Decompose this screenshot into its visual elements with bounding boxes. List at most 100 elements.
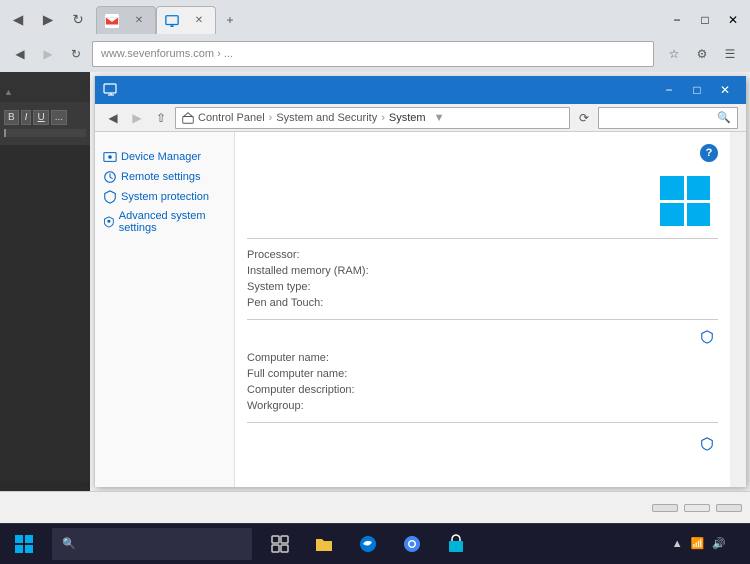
sys-search-box[interactable]: 🔍	[598, 107, 738, 129]
computer-desc-row: Computer description:	[247, 384, 718, 396]
post-quick-reply-button[interactable]	[652, 504, 678, 512]
go-advanced-button[interactable]	[684, 504, 710, 512]
italic-button[interactable]: I	[21, 110, 32, 125]
full-comp-name-value	[427, 368, 718, 380]
tab-2-close[interactable]: ✕	[191, 13, 207, 29]
remote-settings-label: Remote settings	[121, 171, 200, 183]
refresh-button[interactable]: ↻	[64, 6, 92, 34]
folder-icon	[314, 534, 334, 554]
underline-button[interactable]: U	[33, 110, 48, 125]
minimize-button[interactable]: −	[664, 7, 690, 33]
toolbar-icons: ☆ ⚙ ☰	[662, 42, 742, 66]
bc-system: System	[389, 112, 426, 124]
task-view-button[interactable]	[260, 524, 300, 564]
forward-button[interactable]: ▶	[34, 6, 62, 34]
browser-controls: ◀ ▶ ↻	[4, 6, 92, 34]
search-icon[interactable]: 🔍	[717, 111, 731, 124]
system-content: ?	[235, 132, 730, 487]
processor-label: Processor:	[247, 249, 427, 261]
device-manager-icon	[103, 150, 117, 164]
system-type-value	[427, 281, 718, 293]
system-nav-bar: ◀ ▶ ⇧ Control Panel › System and Securit…	[95, 104, 746, 132]
pen-touch-label: Pen and Touch:	[247, 297, 427, 309]
new-tab-button[interactable]: +	[216, 6, 244, 34]
processor-row: Processor:	[247, 249, 718, 261]
sys-forward-button[interactable]: ▶	[127, 108, 147, 128]
ram-row: Installed memory (RAM):	[247, 265, 718, 277]
windows-logo	[15, 535, 33, 553]
pen-touch-value	[427, 297, 718, 309]
back-button[interactable]: ◀	[4, 6, 32, 34]
tray-up-arrow[interactable]: ▲	[672, 538, 683, 550]
system-tray: ▲ 📶 🔊	[664, 537, 750, 550]
system-body: Device Manager Remote settings System pr…	[95, 132, 746, 487]
shield-icon	[103, 190, 117, 204]
gmail-favicon	[105, 14, 119, 28]
computer-name-table: Computer name: Full computer name: Compu…	[247, 352, 718, 412]
comp-name-label: Computer name:	[247, 352, 427, 364]
windows-store-icon	[446, 534, 466, 554]
device-manager-link[interactable]: Device Manager	[103, 150, 226, 164]
bold-button[interactable]: B	[4, 110, 19, 125]
close-button[interactable]: ✕	[720, 7, 746, 33]
sys-maximize-button[interactable]: □	[684, 77, 710, 103]
volume-icon[interactable]: 🔊	[712, 537, 726, 550]
store-icon[interactable]	[436, 524, 476, 564]
edition-section	[247, 176, 718, 226]
change-settings-link[interactable]	[700, 330, 718, 344]
file-explorer-icon[interactable]	[304, 524, 344, 564]
home-icon	[182, 112, 194, 124]
taskbar-search-box[interactable]: 🔍	[52, 528, 252, 560]
search-icon-taskbar: 🔍	[62, 537, 76, 550]
sys-up-button[interactable]: ⇧	[151, 108, 171, 128]
advanced-system-settings-link[interactable]: Advanced system settings	[103, 210, 226, 234]
forum-icon: ▲	[4, 87, 13, 97]
tab-1-close[interactable]: ✕	[131, 13, 147, 29]
tab-1[interactable]: ✕	[96, 6, 156, 34]
quick-reply-box: B I U ...	[0, 102, 90, 145]
chrome-icon[interactable]	[392, 524, 432, 564]
system-specs-header: ▲	[0, 72, 90, 102]
address-input[interactable]: www.sevenforums.com › ...	[92, 41, 654, 67]
product-id-row	[247, 437, 718, 451]
bc-sep1: ›	[269, 112, 273, 124]
sys-address-bar[interactable]: Control Panel › System and Security › Sy…	[175, 107, 570, 129]
scrollbar[interactable]	[730, 132, 746, 487]
cancel-button[interactable]	[716, 504, 742, 512]
forward-nav-button[interactable]: ▶	[36, 42, 60, 66]
workgroup-value	[427, 400, 718, 412]
bc-dropdown-icon[interactable]: ▼	[434, 112, 445, 124]
product-id-value	[427, 437, 684, 451]
tab-2[interactable]: ✕	[156, 6, 216, 34]
menu-icon[interactable]: ☰	[718, 42, 742, 66]
bc-system-security: System and Security	[276, 112, 377, 124]
computer-name-header	[247, 330, 718, 344]
ram-value	[427, 265, 718, 277]
maximize-button[interactable]: □	[692, 7, 718, 33]
sys-back-button[interactable]: ◀	[103, 108, 123, 128]
system-protection-label: System protection	[121, 191, 209, 203]
monitor-favicon	[165, 14, 179, 28]
bc-control-panel: Control Panel	[198, 112, 265, 124]
change-product-key-link[interactable]	[700, 437, 718, 451]
refresh-nav-button[interactable]: ↻	[64, 42, 88, 66]
more-format-button[interactable]: ...	[51, 110, 67, 125]
refresh-addr-button[interactable]: ⟳	[574, 108, 594, 128]
chrome-browser-icon	[402, 534, 422, 554]
sys-close-button[interactable]: ✕	[712, 77, 738, 103]
remote-settings-link[interactable]: Remote settings	[103, 170, 226, 184]
taskbar: 🔍 ▲ 📶 🔊	[0, 523, 750, 563]
bookmark-star-icon[interactable]: ☆	[662, 42, 686, 66]
system-protection-link[interactable]: System protection	[103, 190, 226, 204]
back-nav-button[interactable]: ◀	[8, 42, 32, 66]
main-area: ▲ B I U ...	[0, 72, 750, 491]
divider-1	[247, 238, 718, 239]
settings-icon[interactable]: ⚙	[690, 42, 714, 66]
forum-quote	[4, 129, 86, 137]
help-icon[interactable]: ?	[700, 144, 718, 162]
sys-minimize-button[interactable]: −	[656, 77, 682, 103]
edge-icon[interactable]	[348, 524, 388, 564]
start-button[interactable]	[0, 524, 48, 564]
remote-settings-icon	[103, 170, 117, 184]
browser-bottom-bar	[0, 491, 750, 523]
